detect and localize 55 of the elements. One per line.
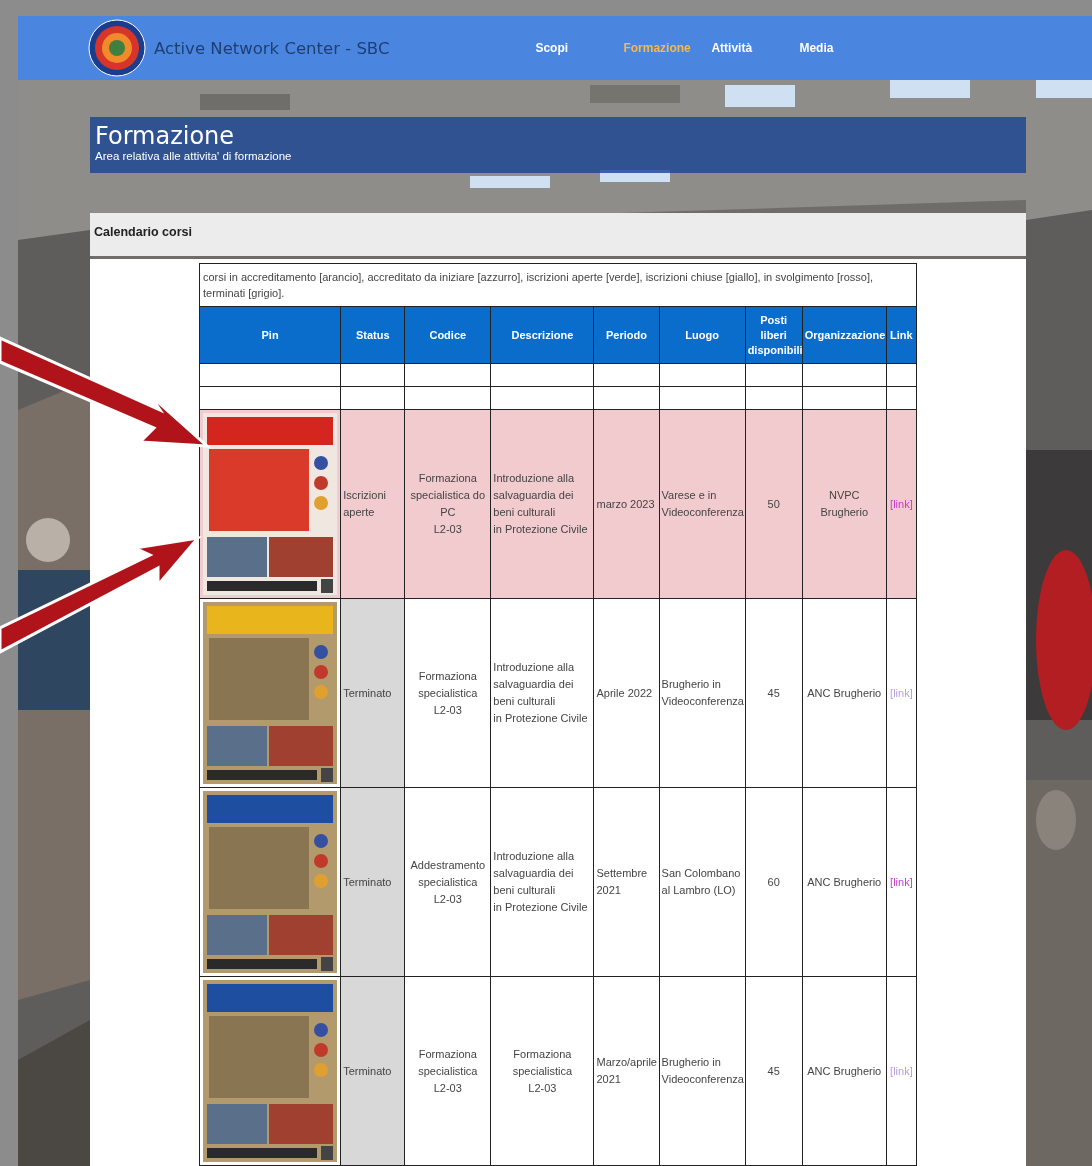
status-cell: Terminato (340, 787, 405, 977)
status-cell: Iscrizioni aperte (340, 409, 405, 599)
organization-cell: ANC Brugherio (802, 787, 887, 977)
column-header: Luogo (659, 306, 746, 364)
description-cell: Introduzione alla salvaguardia dei beni culturali in Protezione Civile (490, 409, 594, 599)
site-title[interactable]: Active Network Center - SBC (154, 38, 390, 58)
course-link[interactable]: [link] (890, 497, 913, 510)
organization-cell: ANC Brugherio (802, 976, 887, 1166)
course-link[interactable]: [link] (890, 875, 913, 888)
table-cell (745, 386, 803, 410)
table-cell (886, 363, 917, 387)
organization-cell: ANC Brugherio (802, 598, 887, 788)
seats-cell: 50 (745, 409, 803, 599)
status-cell: Terminato (340, 598, 405, 788)
seats-cell: 45 (745, 976, 803, 1166)
table-cell (593, 363, 660, 387)
nav-link[interactable]: Scopi (535, 41, 624, 55)
table-cell (745, 363, 803, 387)
column-header: Descrizione (490, 306, 594, 364)
column-header: Periodo (593, 306, 660, 364)
legend-text: corsi in accreditamento [arancio], accreditato da iniziare [azzurro], iscrizioni aperte [verde], iscrizioni chiuse [giallo], in svolgimento [rosso], terminati [grigio]. (199, 263, 917, 307)
course-link[interactable]: [link] (890, 686, 913, 699)
code-cell: Formaziona specialistica L2-03 (404, 976, 491, 1166)
place-cell: San Colombano al Lambro (LO) (659, 787, 746, 977)
column-header: Pin (199, 306, 341, 364)
column-header: Organizzazione (802, 306, 887, 364)
logo-icon (88, 19, 146, 77)
place-cell: Brugherio in Videoconferenza (659, 976, 746, 1166)
nav-link[interactable]: Formazione (623, 41, 712, 55)
course-link[interactable]: [link] (890, 1064, 913, 1077)
code-cell: Addestramento specialistica L2-03 (404, 787, 491, 977)
column-header: Link (886, 306, 917, 364)
table-cell (340, 386, 405, 410)
description-cell: Formaziona specialistica L2-03 (490, 976, 594, 1166)
code-cell: Formaziona specialistica do PC L2-03 (404, 409, 491, 599)
place-cell: Brugherio in Videoconferenza (659, 598, 746, 788)
column-header: Status (340, 306, 405, 364)
seats-cell: 45 (745, 598, 803, 788)
period-cell: Settembre 2021 (593, 787, 660, 977)
code-cell: Formaziona specialistica L2-03 (404, 598, 491, 788)
period-cell: Aprile 2022 (593, 598, 660, 788)
nav-link[interactable]: Attività (711, 41, 800, 55)
table-cell (593, 386, 660, 410)
place-cell: Varese e in Videoconferenza (659, 409, 746, 599)
description-cell: Introduzione alla salvaguardia dei beni culturali in Protezione Civile (490, 787, 594, 977)
column-header: Posti liberi disponibili (745, 306, 803, 364)
column-header: Codice (404, 306, 491, 364)
nav-link[interactable]: Media (799, 41, 888, 55)
organization-cell: NVPC Brugherio (802, 409, 887, 599)
description-cell: Introduzione alla salvaguardia dei beni culturali in Protezione Civile (490, 598, 594, 788)
period-cell: Marzo/aprile 2021 (593, 976, 660, 1166)
status-cell: Terminato (340, 976, 405, 1166)
seats-cell: 60 (745, 787, 803, 977)
table-cell (340, 363, 405, 387)
period-cell: marzo 2023 (593, 409, 660, 599)
